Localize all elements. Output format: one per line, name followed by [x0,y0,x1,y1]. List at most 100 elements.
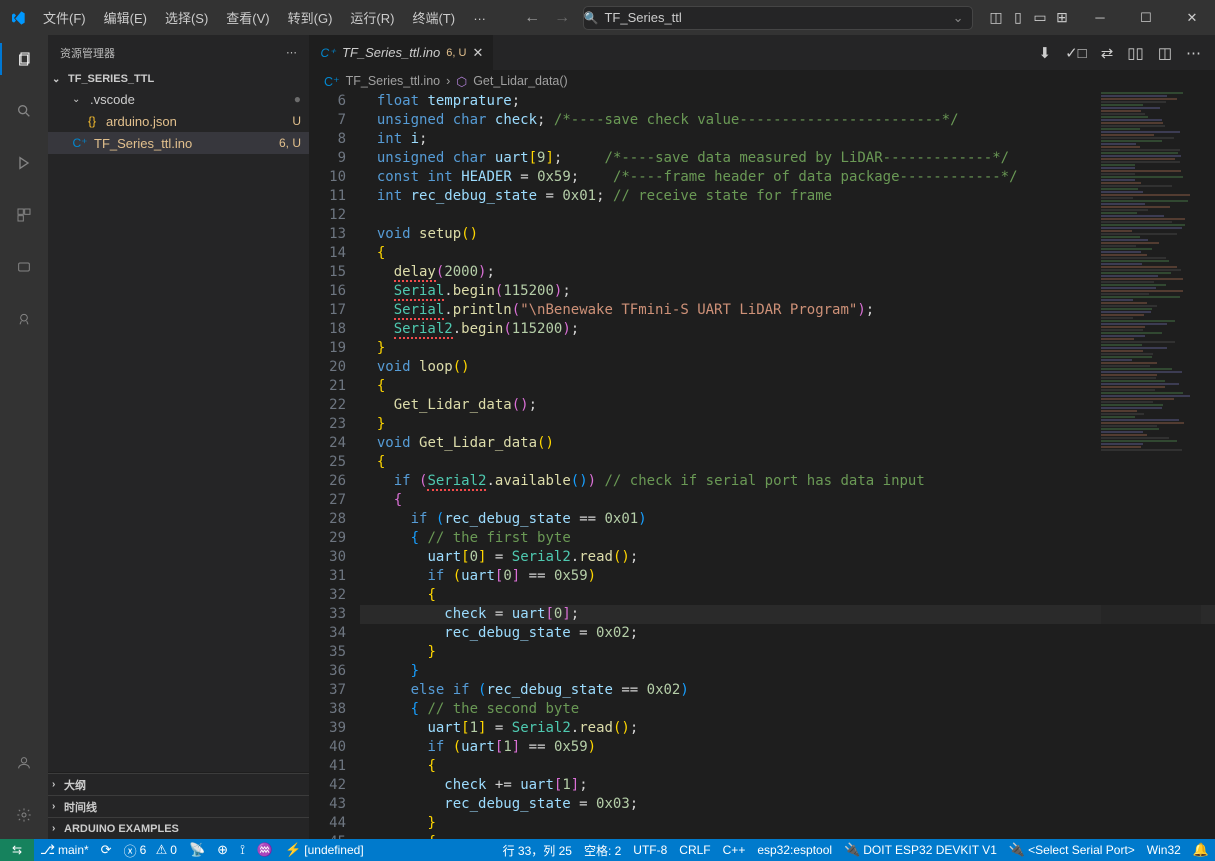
sb-os[interactable]: Win32 [1141,839,1187,861]
more-icon[interactable]: ⋯ [1186,44,1201,62]
activity-platformio[interactable] [0,303,48,335]
compare-icon[interactable]: ⇄ [1101,44,1114,62]
sb-icon1[interactable]: ⊕ [211,839,234,861]
tab-active[interactable]: C⁺ TF_Series_ttl.ino 6, U ✕ [310,35,494,70]
library-icon[interactable]: ▯▯ [1127,44,1144,62]
activity-arduino[interactable] [0,251,48,283]
sb-programmer[interactable]: esp32:esptool [751,839,838,861]
menu-run[interactable]: 运行(R) [342,4,402,31]
breadcrumb-func[interactable]: Get_Lidar_data() [473,74,568,88]
sb-sync[interactable]: ⟳ [95,839,118,861]
main-area: 资源管理器 ⋯ ⌄TF_SERIES_TTL ⌄.vscode ● {} ard… [0,35,1215,839]
tree-root[interactable]: ⌄TF_SERIES_TTL [48,70,309,88]
toggle-panel-icon[interactable]: ◫ [985,9,1007,26]
layout-controls: ◫ ▯ ▭ ⊞ [985,9,1073,26]
verify-icon[interactable]: ✓□ [1065,44,1087,62]
sb-encoding[interactable]: UTF-8 [627,839,673,861]
search-box[interactable]: 🔍 TF_Series_ttl ⌄ [583,6,973,30]
tree-file-ino[interactable]: C⁺ TF_Series_ttl.ino 6, U [48,132,309,154]
tab-label: TF_Series_ttl.ino [342,45,440,60]
toggle-bottom-icon[interactable]: ▭ [1029,9,1051,26]
sb-port[interactable]: ⚡[undefined] [279,839,370,861]
file-tree: ⌄TF_SERIES_TTL ⌄.vscode ● {} arduino.jso… [48,70,309,772]
menu-bar: 文件(F) 编辑(E) 选择(S) 查看(V) 转到(G) 运行(R) 终端(T… [35,4,494,31]
sb-problems[interactable]: ⓧ6 ⚠0 [118,839,183,861]
menu-edit[interactable]: 编辑(E) [96,4,155,31]
function-icon: ⬡ [456,74,467,89]
activity-debug[interactable] [0,147,48,179]
search-icon: 🔍 [584,11,599,25]
vscode-logo [0,10,35,26]
sb-lang[interactable]: C++ [717,839,752,861]
plug-icon: ⚡ [285,842,301,858]
sidebar-header: 资源管理器 ⋯ [48,35,309,70]
search-text: TF_Series_ttl [604,10,681,25]
titlebar: 文件(F) 编辑(E) 选择(S) 查看(V) 转到(G) 运行(R) 终端(T… [0,0,1215,35]
activity-settings[interactable] [0,799,48,831]
toggle-sidebar-icon[interactable]: ▯ [1007,9,1029,26]
upload-icon[interactable]: ⬇ [1039,44,1052,62]
sidebar: 资源管理器 ⋯ ⌄TF_SERIES_TTL ⌄.vscode ● {} ard… [48,35,310,839]
cpp-icon: C⁺ [320,45,336,61]
close-button[interactable]: ✕ [1169,0,1215,35]
sidebar-more-icon[interactable]: ⋯ [286,46,297,59]
sync-icon: ⟳ [101,842,112,858]
section-timeline[interactable]: ›时间线 [48,795,309,817]
folder-dot-icon: ● [294,92,301,106]
plug-icon: 🔌 [844,842,860,858]
activity-account[interactable] [0,747,48,779]
branch-icon: ⎇ [40,842,55,858]
warning-icon: ⚠ [156,842,168,858]
section-outline[interactable]: ›大纲 [48,773,309,795]
editor-area: C⁺ TF_Series_ttl.ino 6, U ✕ ⬇ ✓□ ⇄ ▯▯ ◫ … [310,35,1215,839]
menu-file[interactable]: 文件(F) [35,4,94,31]
section-arduino-examples[interactable]: ›ARDUINO EXAMPLES [48,817,309,839]
sb-notifications[interactable]: 🔔 [1187,839,1215,861]
sb-serial[interactable]: 🔌<Select Serial Port> [1003,839,1141,861]
remote-icon: ⇆ [12,843,22,857]
sb-radio[interactable]: 📡 [183,839,211,861]
code[interactable]: float temprature; unsigned char check; /… [360,92,1215,839]
cpp-icon: C⁺ [72,135,88,151]
split-icon[interactable]: ◫ [1158,44,1172,62]
tree-folder-vscode[interactable]: ⌄.vscode ● [48,88,309,110]
menu-terminal[interactable]: 终端(T) [404,4,463,31]
cpp-icon: C⁺ [324,74,340,89]
tabs: C⁺ TF_Series_ttl.ino 6, U ✕ ⬇ ✓□ ⇄ ▯▯ ◫ … [310,35,1215,70]
chevron-right-icon: › [446,74,450,88]
remote-button[interactable]: ⇆ [0,839,34,861]
sb-cursor-pos[interactable]: 行 33，列 25 [497,839,578,861]
activity-explorer[interactable] [0,43,48,75]
code-area[interactable]: 6789101112131415161718192021222324252627… [310,92,1215,839]
menu-more[interactable]: … [465,4,494,31]
nav-forward[interactable]: → [554,9,570,27]
breadcrumb-file[interactable]: TF_Series_ttl.ino [346,74,440,88]
sb-icon3[interactable]: ♒ [251,839,279,861]
breadcrumbs[interactable]: C⁺ TF_Series_ttl.ino › ⬡ Get_Lidar_data(… [310,70,1215,92]
minimap[interactable] [1101,92,1201,812]
minimize-button[interactable]: ─ [1077,0,1123,35]
sb-icon2[interactable]: ⟟ [234,839,251,861]
sb-board[interactable]: 🔌DOIT ESP32 DEVKIT V1 [838,839,1003,861]
sb-spaces[interactable]: 空格: 2 [578,839,627,861]
nav-history: ← → [524,9,570,27]
activity-search[interactable] [0,95,48,127]
maximize-button[interactable]: ☐ [1123,0,1169,35]
tree-file-arduino-json[interactable]: {} arduino.json U [48,110,309,132]
menu-view[interactable]: 查看(V) [218,4,277,31]
customize-layout-icon[interactable]: ⊞ [1051,9,1073,26]
sb-eol[interactable]: CRLF [673,839,716,861]
menu-go[interactable]: 转到(G) [280,4,341,31]
error-icon: ⓧ [124,841,137,860]
chevron-down-icon: ⌄ [953,10,964,26]
nav-back[interactable]: ← [524,9,540,27]
command-center: 🔍 TF_Series_ttl ⌄ [570,6,985,30]
activity-extensions[interactable] [0,199,48,231]
sb-branch[interactable]: ⎇main* [34,839,95,861]
tab-actions: ⬇ ✓□ ⇄ ▯▯ ◫ ⋯ [1025,35,1215,70]
bell-icon: 🔔 [1193,842,1209,858]
json-icon: {} [84,113,100,129]
gutter: 6789101112131415161718192021222324252627… [310,92,360,839]
menu-selection[interactable]: 选择(S) [157,4,216,31]
tab-close-icon[interactable]: ✕ [472,45,483,61]
